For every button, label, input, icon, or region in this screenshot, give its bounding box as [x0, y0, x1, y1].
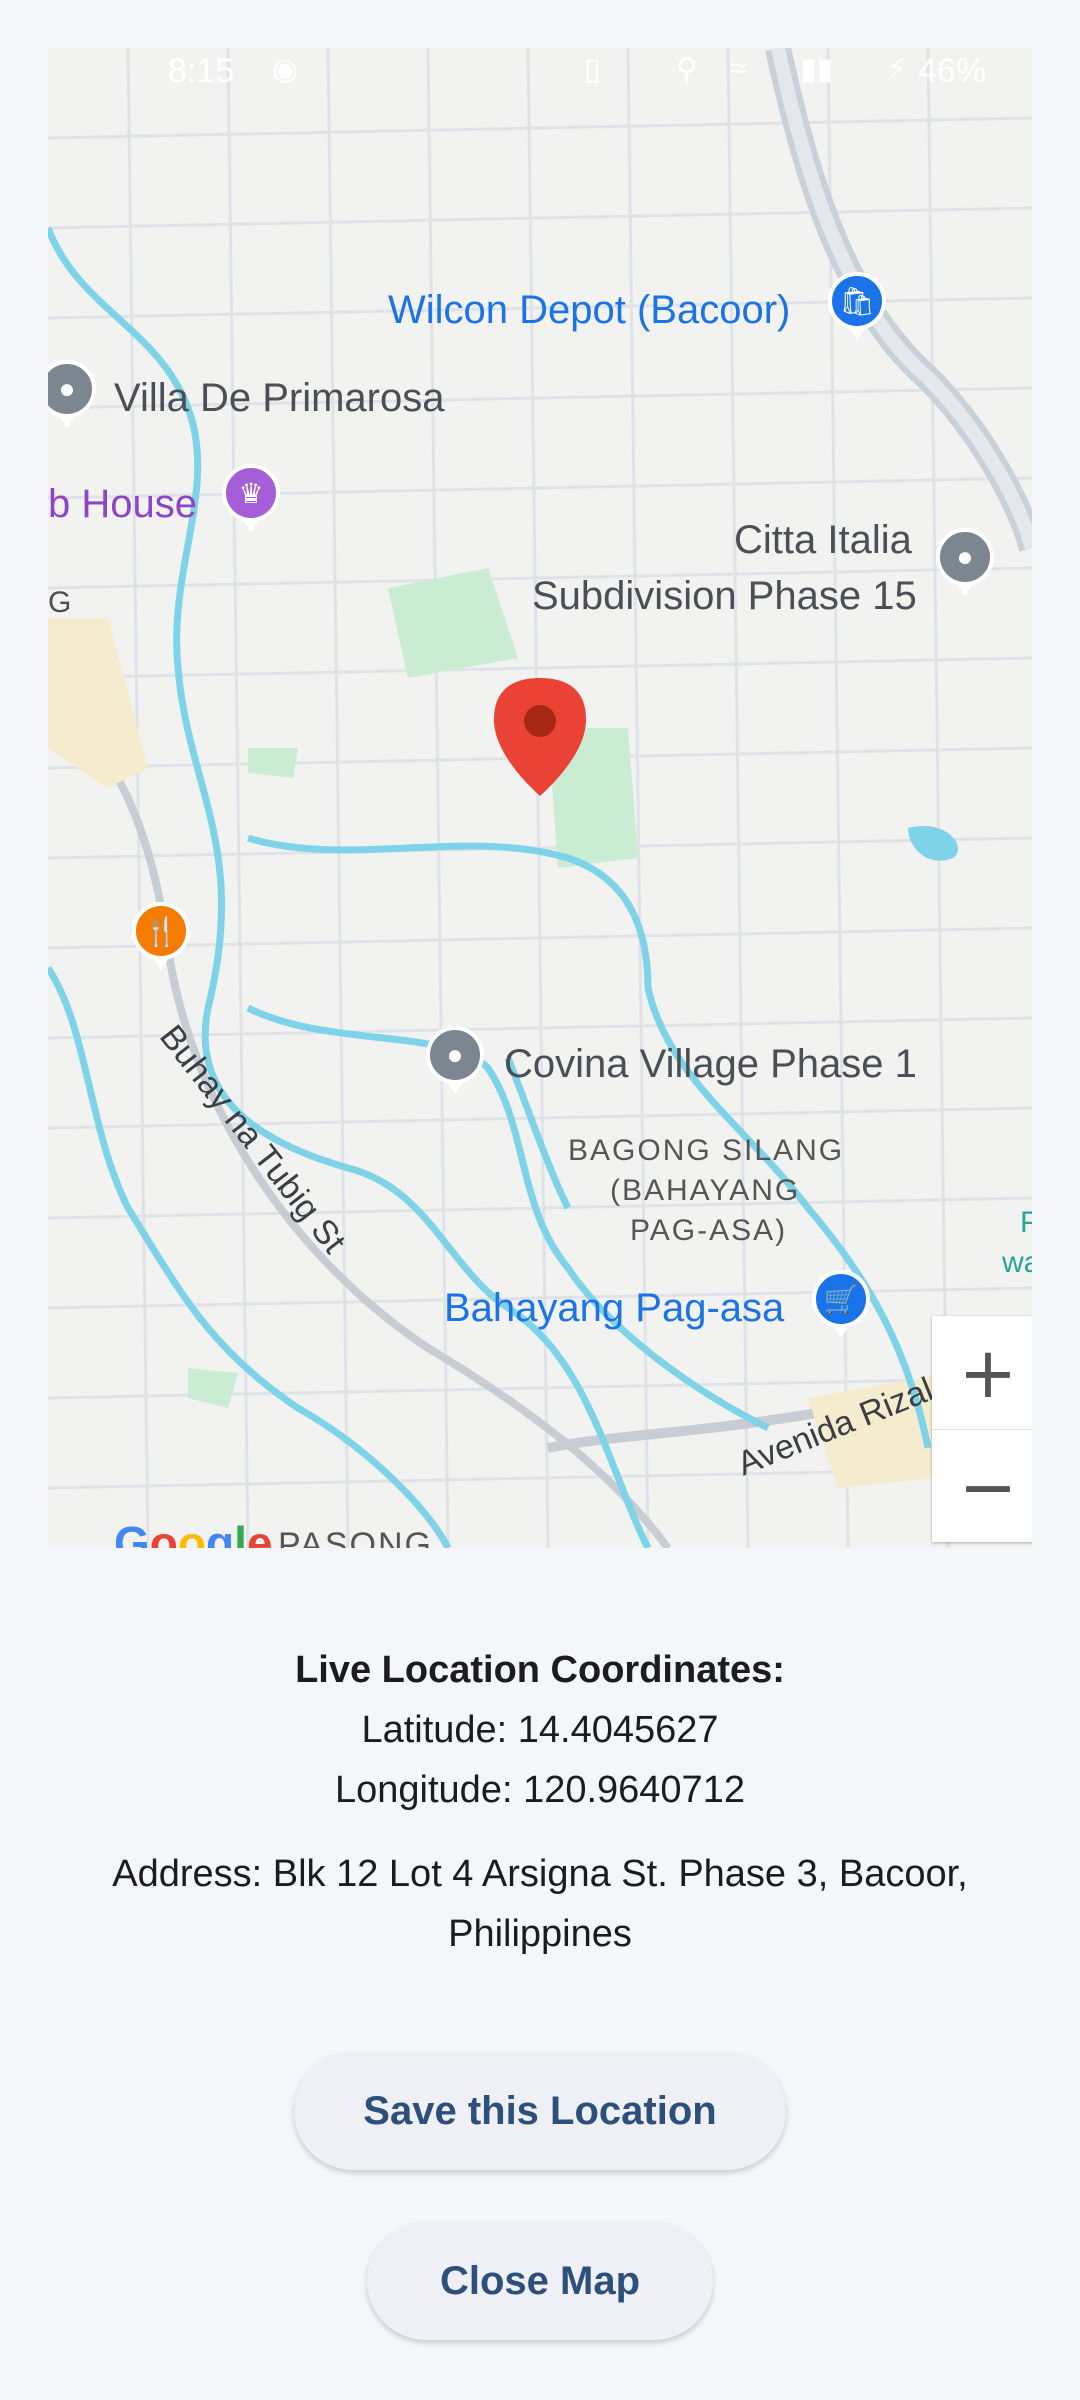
area-label-bahayang: (BAHAYANG [610, 1174, 801, 1207]
longitude-text: Longitude: 120.9640712 [335, 1769, 745, 1811]
latitude-text: Latitude: 14.4045627 [361, 1709, 719, 1751]
poi-label-wilcon-depot[interactable]: Wilcon Depot (Bacoor) [388, 290, 790, 330]
edge-label-wa: wa [1002, 1246, 1032, 1279]
save-location-button[interactable]: Save this Location [294, 2052, 786, 2170]
zoom-in-button[interactable]: + [932, 1316, 1032, 1430]
google-logo: Google [114, 1517, 273, 1548]
edge-label-g: G [48, 586, 72, 619]
poi-label-citta-italia-line1[interactable]: Citta Italia [734, 520, 912, 560]
shopping-bag-icon[interactable]: 🛍 [828, 272, 886, 340]
poi-label-covina-village[interactable]: Covina Village Phase 1 [504, 1044, 917, 1084]
poi-label-citta-italia-line2[interactable]: Subdivision Phase 15 [532, 576, 917, 616]
poi-label-bahayang-pag-asa[interactable]: Bahayang Pag-asa [444, 1288, 784, 1328]
close-map-button[interactable]: Close Map [367, 2222, 713, 2340]
shopping-cart-icon[interactable]: 🛒 [812, 1270, 870, 1338]
zoom-out-button[interactable]: − [932, 1430, 1032, 1543]
area-label-pasong: PASONG [278, 1526, 433, 1548]
fork-knife-icon[interactable]: 🍴 [132, 902, 190, 970]
area-label-bagong-silang: BAGONG SILANG [568, 1134, 845, 1167]
place-icon[interactable]: ● [936, 528, 994, 596]
edge-label-p: P [1020, 1206, 1032, 1239]
place-icon[interactable]: ● [426, 1026, 484, 1094]
location-info: Live Location Coordinates: Latitude: 14.… [0, 1640, 1080, 1964]
area-label-pag-asa: PAG-ASA) [630, 1214, 788, 1247]
poi-label-house[interactable]: b House [48, 484, 197, 524]
poi-label-villa-de-primarosa[interactable]: Villa De Primarosa [114, 378, 445, 418]
address-text: Address: Blk 12 Lot 4 Arsigna St. Phase … [112, 1853, 968, 1955]
map-view[interactable]: Wilcon Depot (Bacoor) 🛍 ● Villa De Prima… [48, 48, 1032, 1548]
castle-icon[interactable]: ♛ [222, 464, 280, 532]
coordinates-heading: Live Location Coordinates: [295, 1649, 785, 1691]
zoom-controls: + − [932, 1316, 1032, 1542]
